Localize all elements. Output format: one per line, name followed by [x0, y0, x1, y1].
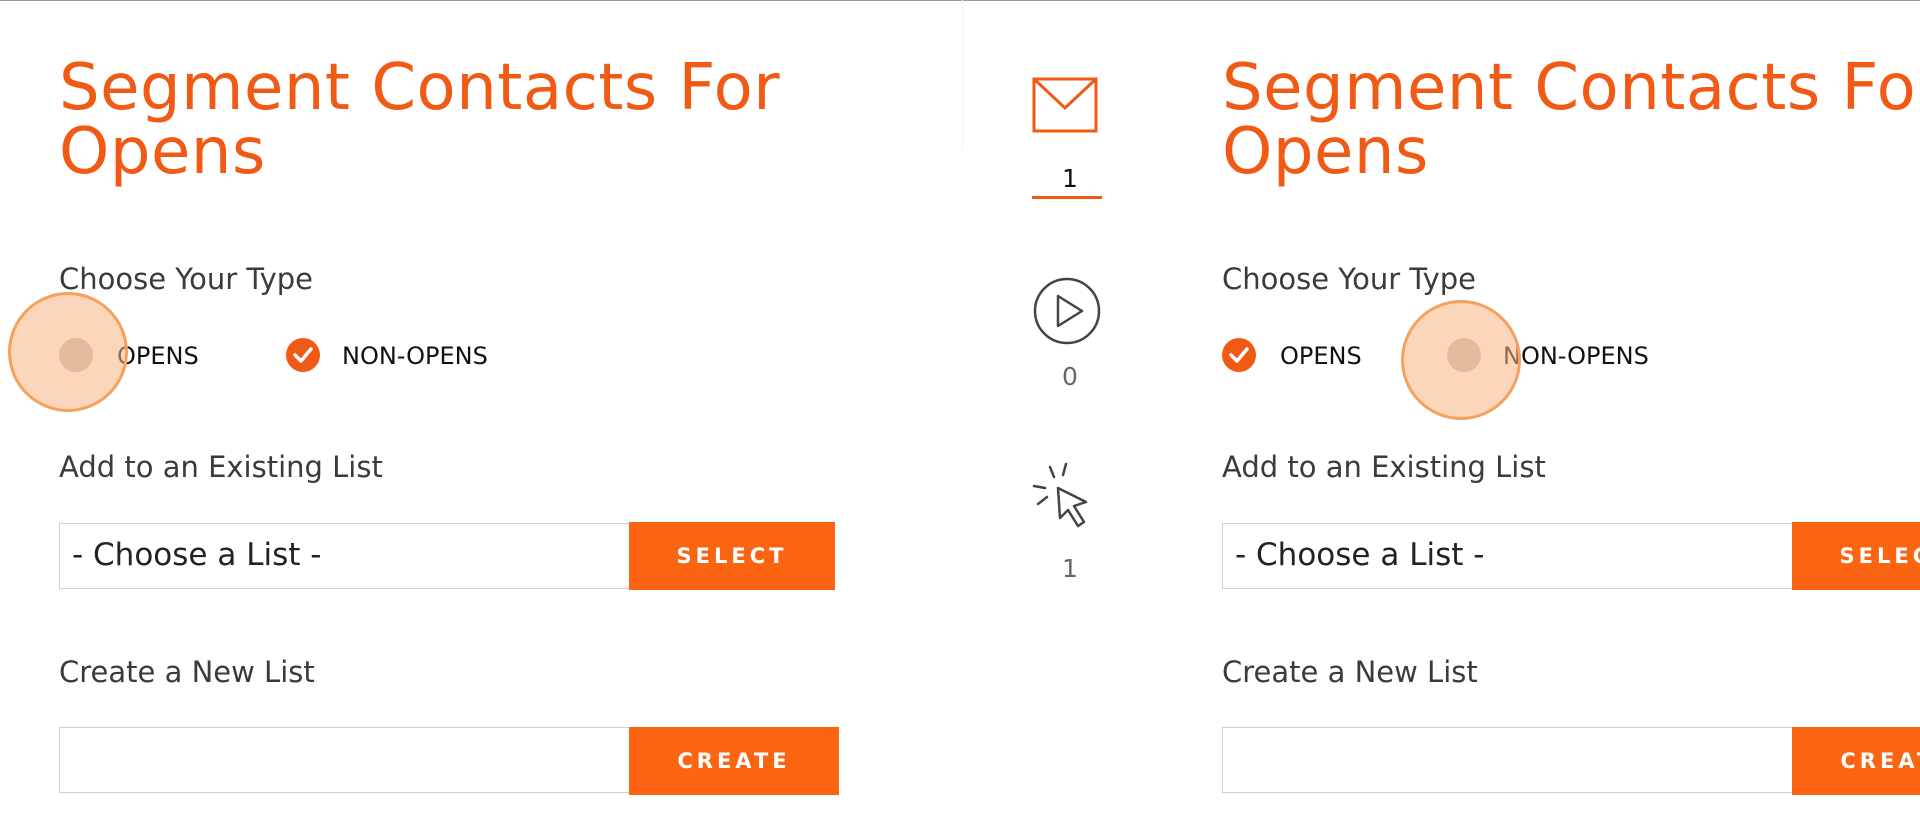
segment-panel-left: Segment Contacts For Opens Choose Your Ty… — [0, 0, 839, 833]
page-title: Segment Contacts For Opens — [59, 56, 780, 184]
title-line-1: Segment Contacts For — [1222, 51, 1920, 125]
envelope-icon — [1032, 77, 1098, 133]
radio-non-opens-label: NON-OPENS — [1503, 342, 1649, 370]
title-line-1: Segment Contacts For — [59, 51, 781, 125]
create-button[interactable]: CREATE — [629, 727, 839, 795]
segment-panel-right: Segment Contacts For Opens Choose Your Ty… — [1163, 0, 1920, 833]
choose-type-label: Choose Your Type — [59, 262, 314, 296]
list-select-value: - Choose a List - — [1235, 537, 1485, 573]
radio-unchecked-icon — [1447, 338, 1481, 372]
new-list-input[interactable] — [1222, 727, 1794, 793]
type-radio-group: OPENS NON-OPENS — [59, 333, 819, 377]
radio-opens-label: OPENS — [1280, 342, 1362, 370]
new-list-label: Create a New List — [59, 655, 315, 689]
stats-column: 1 0 1 — [1000, 0, 1140, 833]
select-button[interactable]: SELECT — [629, 522, 835, 590]
radio-checked-icon — [286, 338, 320, 372]
select-button[interactable]: SELECT — [1792, 522, 1920, 590]
page-title: Segment Contacts For Opens — [1222, 56, 1920, 184]
new-list-label: Create a New List — [1222, 655, 1478, 689]
radio-non-opens-label: NON-OPENS — [342, 342, 488, 370]
cursor-click-icon — [1032, 462, 1088, 528]
list-select-value: - Choose a List - — [72, 537, 322, 573]
title-line-2: Opens — [59, 115, 266, 189]
radio-checked-icon — [1222, 338, 1256, 372]
opens-count: 1 — [1062, 164, 1078, 193]
plays-count: 0 — [1062, 362, 1078, 391]
type-radio-group: OPENS NON-OPENS — [1222, 333, 1920, 377]
create-button[interactable]: CREATE — [1792, 727, 1920, 795]
play-icon — [1033, 277, 1101, 345]
existing-list-label: Add to an Existing List — [59, 450, 383, 484]
radio-opens-label: OPENS — [117, 342, 199, 370]
clicks-count: 1 — [1062, 554, 1078, 583]
new-list-input[interactable] — [59, 727, 631, 793]
radio-unchecked-icon — [59, 338, 93, 372]
choose-type-label: Choose Your Type — [1222, 262, 1477, 296]
panel-divider — [962, 0, 963, 150]
list-select[interactable]: - Choose a List - — [1222, 523, 1794, 589]
active-stat-underline — [1032, 196, 1102, 199]
list-select[interactable]: - Choose a List - — [59, 523, 631, 589]
title-line-2: Opens — [1222, 115, 1429, 189]
existing-list-label: Add to an Existing List — [1222, 450, 1546, 484]
